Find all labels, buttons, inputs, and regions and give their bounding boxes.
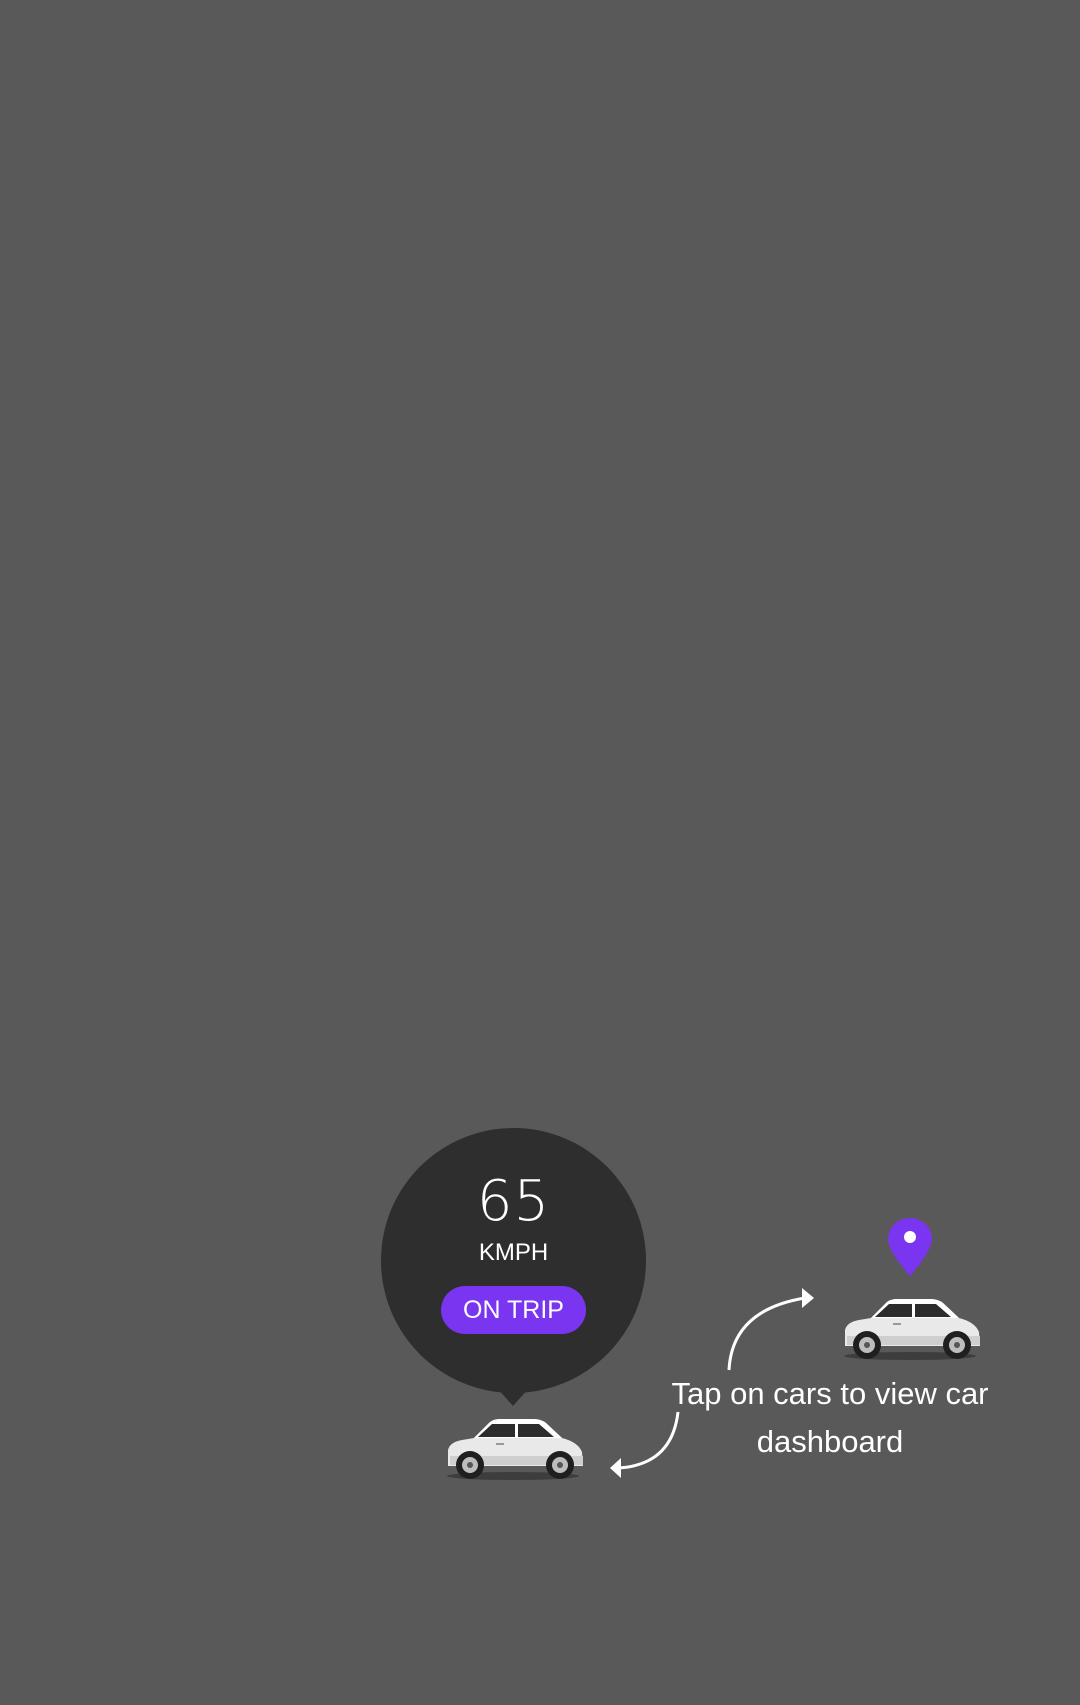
bubble-tail bbox=[497, 1388, 529, 1406]
speed-value: 65 bbox=[476, 1169, 551, 1234]
status-badge: ON TRIP bbox=[441, 1286, 586, 1334]
car-icon[interactable] bbox=[438, 1412, 588, 1482]
speed-unit: KMPH bbox=[478, 1239, 549, 1266]
location-pin-icon[interactable] bbox=[888, 1218, 932, 1276]
car-icon[interactable] bbox=[835, 1292, 985, 1362]
arrow-up-right-icon bbox=[727, 1288, 814, 1371]
hint-text: Tap on cars to view car dashboard bbox=[671, 1376, 989, 1459]
